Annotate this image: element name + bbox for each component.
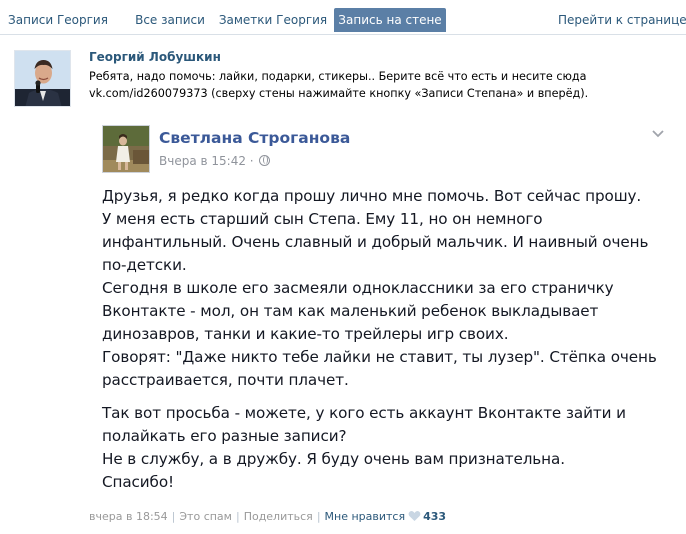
author-avatar[interactable]	[14, 50, 71, 107]
report-spam-link[interactable]: Это спам	[179, 510, 232, 523]
fb-post-meta: Вчера в 15:42 ·	[159, 154, 271, 168]
post-author-name[interactable]: Георгий Лобушкин	[89, 50, 221, 64]
post-footer: вчера в 18:54 | Это спам | Поделиться | Мне нр…	[89, 509, 446, 525]
footer-separator: |	[235, 510, 240, 523]
fb-body-line: Так вот просьба - можете, у кого есть ак…	[102, 404, 626, 422]
fb-body-line: инфантильный. Очень славный и добрый мал…	[102, 233, 649, 251]
fb-body-line: Не в службу, а в дружбу. Я буду очень ва…	[102, 450, 565, 468]
like-count[interactable]: 433	[423, 510, 446, 523]
globe-icon	[259, 155, 271, 166]
post-timestamp-link[interactable]: вчера в 18:54	[89, 510, 168, 523]
fb-body-line: Вконтакте - мол, он там как маленький ре…	[102, 302, 599, 320]
like-button[interactable]: Мне нравится	[325, 510, 406, 523]
fb-author-avatar	[102, 125, 150, 173]
chevron-down-icon	[651, 127, 665, 141]
tab-georgy-posts[interactable]: Записи Георгия	[8, 8, 108, 32]
tab-georgy-notes[interactable]: Заметки Георгия	[218, 8, 328, 32]
fb-body-line: Сегодня в школе его засмеяли одноклассни…	[102, 279, 614, 297]
go-to-page-link[interactable]: Перейти к странице	[558, 8, 686, 32]
post-text-line: Ребята, надо помочь: лайки, подарки, сти…	[89, 70, 587, 83]
footer-separator: |	[316, 510, 321, 523]
avatar-photo	[15, 51, 70, 106]
fb-avatar-photo	[103, 126, 149, 172]
tab-wall-post[interactable]: Запись на стене	[334, 8, 446, 32]
fb-post-body: Друзья, я редко когда прошу лично мне по…	[102, 185, 672, 494]
embedded-post-image: Светлана Строганова Вчера в 15:42 · Друз…	[89, 115, 681, 499]
post-text-link-line[interactable]: vk.com/id260079373 (сверху стены нажимай…	[89, 85, 679, 102]
footer-separator: |	[171, 510, 176, 523]
wall-tabs: Записи Георгия Все записи Заметки Георги…	[0, 0, 686, 35]
fb-post-time: Вчера в 15:42	[159, 154, 246, 168]
post-text: Ребята, надо помочь: лайки, подарки, сти…	[89, 68, 679, 102]
tab-all-posts[interactable]: Все записи	[120, 8, 220, 32]
fb-author-name: Светлана Строганова	[159, 129, 351, 147]
fb-body-line: динозавров, танки и какие-то трейлеры иг…	[102, 325, 509, 343]
fb-body-line: расстраивается, почти плачет.	[102, 371, 349, 389]
fb-body-line: У меня есть старший сын Степа. Ему 11, н…	[102, 210, 543, 228]
fb-body-line: Спасибо!	[102, 473, 175, 491]
share-link[interactable]: Поделиться	[244, 510, 313, 523]
fb-body-line: полайкать его разные записи?	[102, 427, 347, 445]
heart-icon[interactable]	[408, 510, 421, 527]
fb-meta-dot: ·	[245, 154, 258, 168]
fb-body-line: по-детски.	[102, 256, 187, 274]
fb-body-line: Друзья, я редко когда прошу лично мне по…	[102, 187, 642, 205]
fb-body-line: Говорят: "Даже никто тебе лайки не стави…	[102, 348, 657, 366]
